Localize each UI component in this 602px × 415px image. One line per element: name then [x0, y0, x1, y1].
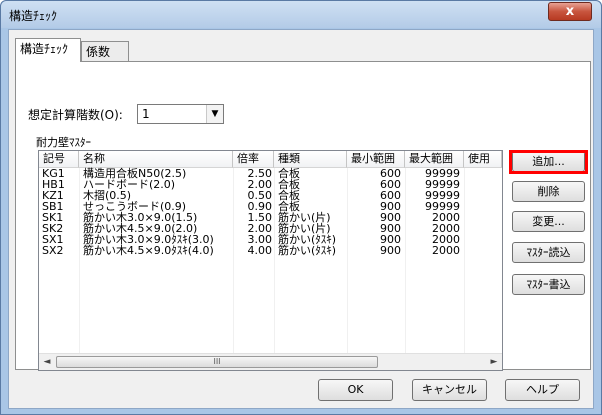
- change-button[interactable]: 変更...: [512, 211, 585, 232]
- column-header-code[interactable]: 記号: [39, 151, 79, 168]
- master-load-button[interactable]: ﾏｽﾀｰ読込: [512, 242, 585, 263]
- title-bar[interactable]: 構造ﾁｪｯｸ x: [1, 1, 601, 28]
- column-header-min-range[interactable]: 最小範囲: [347, 151, 405, 168]
- tab-coefficients[interactable]: 係数: [81, 41, 129, 63]
- table-cell: 筋かい木4.5×9.0ﾀｽｷ(4.0): [83, 244, 214, 257]
- scroll-left-icon[interactable]: ◄: [39, 354, 55, 370]
- scroll-thumb[interactable]: III: [56, 356, 378, 368]
- add-button[interactable]: 追加...: [512, 151, 585, 172]
- tab-panel: 想定計算階数(O): 1 ▼ 耐力壁ﾏｽﾀｰ 記号 名称 倍率 種類 最小範囲 …: [15, 61, 591, 371]
- column-header-name[interactable]: 名称: [79, 151, 233, 168]
- table-cell: 筋かい(ﾀｽｷ): [278, 244, 337, 257]
- column-header-use[interactable]: 使用: [464, 151, 502, 168]
- wall-master-caption: 耐力壁ﾏｽﾀｰ: [36, 136, 91, 149]
- floors-select-value: 1: [142, 107, 150, 121]
- floors-label: 想定計算階数(O):: [28, 108, 123, 122]
- close-button[interactable]: x: [548, 2, 592, 21]
- cancel-button[interactable]: キャンセル: [412, 379, 487, 401]
- wall-master-list[interactable]: 記号 名称 倍率 種類 最小範囲 最大範囲 使用 KG1 構造用合板N50(2.5…: [38, 150, 503, 371]
- scroll-right-icon[interactable]: ►: [486, 354, 502, 370]
- master-save-button[interactable]: ﾏｽﾀｰ書込: [512, 274, 585, 295]
- delete-button[interactable]: 削除: [512, 181, 585, 202]
- dialog-window: 構造ﾁｪｯｸ x 構造ﾁｪｯｸ 係数 想定計算階数(O): 1 ▼ 耐力壁ﾏｽﾀ…: [0, 0, 602, 415]
- column-header-ratio[interactable]: 倍率: [233, 151, 274, 168]
- table-cell: 900: [380, 244, 401, 257]
- help-button[interactable]: ヘルプ: [505, 379, 580, 401]
- horizontal-scrollbar[interactable]: ◄ III ►: [39, 353, 502, 370]
- dialog-client-area: 構造ﾁｪｯｸ 係数 想定計算階数(O): 1 ▼ 耐力壁ﾏｽﾀｰ 記号 名称 倍…: [8, 29, 594, 409]
- tab-structure-check[interactable]: 構造ﾁｪｯｸ: [15, 38, 81, 62]
- table-cell: 4.00: [247, 244, 273, 257]
- scroll-thumb-grip: III: [213, 357, 221, 366]
- table-cell: 2000: [432, 244, 460, 257]
- window-title: 構造ﾁｪｯｸ: [9, 9, 58, 23]
- table-cell: SX2: [42, 244, 64, 257]
- ok-button[interactable]: OK: [318, 379, 393, 401]
- chevron-down-icon[interactable]: ▼: [206, 105, 223, 123]
- table-row[interactable]: SX2 筋かい木4.5×9.0ﾀｽｷ(4.0) 4.00 筋かい(ﾀｽｷ) 900 200…: [39, 244, 502, 257]
- floors-select[interactable]: 1 ▼: [137, 104, 224, 124]
- column-header-type[interactable]: 種類: [274, 151, 347, 168]
- column-header-max-range[interactable]: 最大範囲: [405, 151, 464, 168]
